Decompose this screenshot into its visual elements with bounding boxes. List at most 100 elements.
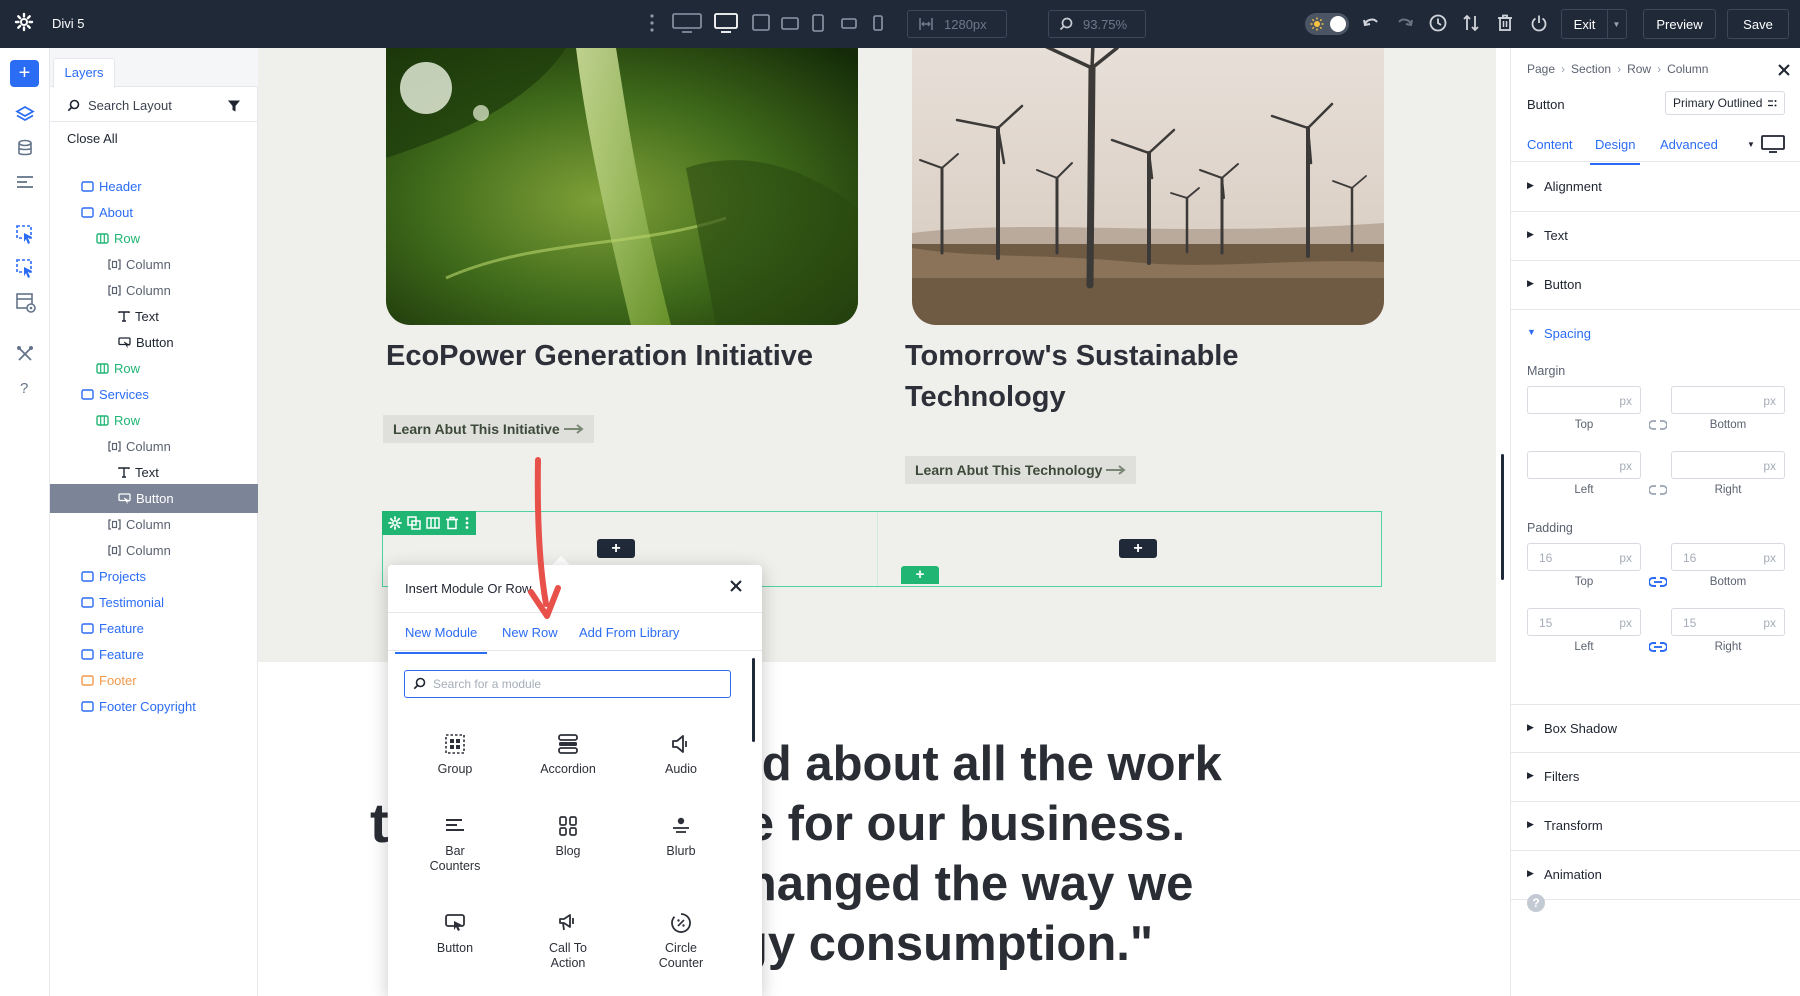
clear-layout-trash-icon[interactable] bbox=[1496, 13, 1514, 33]
database-icon[interactable] bbox=[15, 138, 35, 158]
modal-scrollbar[interactable] bbox=[752, 658, 755, 742]
device-tablet-icon[interactable] bbox=[811, 12, 825, 34]
help-icon[interactable]: ? bbox=[1527, 894, 1545, 912]
text-toggle[interactable]: ▶ Text bbox=[1511, 212, 1800, 261]
layer-item-text[interactable]: Text bbox=[50, 458, 258, 487]
margin-right-input[interactable]: px bbox=[1671, 451, 1785, 479]
unlink-icon[interactable] bbox=[1649, 419, 1667, 431]
responsive-monitor-icon[interactable] bbox=[1761, 134, 1785, 154]
link-icon[interactable] bbox=[1649, 641, 1667, 653]
settings-gear-icon[interactable] bbox=[14, 12, 34, 32]
module-audio[interactable]: Audio bbox=[626, 731, 736, 777]
click-mode-icon[interactable] bbox=[15, 224, 35, 246]
layers-icon[interactable] bbox=[15, 104, 35, 124]
layer-item-row[interactable]: Row bbox=[50, 354, 258, 383]
row-delete-trash-icon[interactable] bbox=[445, 516, 459, 530]
row-columns-icon[interactable] bbox=[426, 516, 440, 530]
layer-item-section[interactable]: Feature bbox=[50, 614, 258, 643]
layer-item-section[interactable]: Services bbox=[50, 380, 258, 409]
breadcrumb-section[interactable]: Section bbox=[1571, 62, 1611, 76]
card-title-sustainable[interactable]: Tomorrow's Sustainable Technology bbox=[905, 336, 1238, 418]
layer-item-row[interactable]: Row bbox=[50, 406, 258, 435]
module-bar-counters[interactable]: Bar Counters bbox=[400, 813, 510, 874]
alignment-toggle[interactable]: ▶ Alignment bbox=[1511, 163, 1800, 212]
wireframe-view-icon[interactable] bbox=[15, 292, 37, 314]
layer-item-section[interactable]: Feature bbox=[50, 640, 258, 669]
layer-item-section[interactable]: Testimonial bbox=[50, 588, 258, 617]
tab-caret-icon[interactable]: ▼ bbox=[1747, 140, 1755, 149]
exit-dropdown-caret-icon[interactable]: ▼ bbox=[1607, 9, 1627, 39]
close-all-link[interactable]: Close All bbox=[67, 131, 118, 146]
page-settings-icon[interactable] bbox=[15, 172, 35, 192]
canvas-scrollbar[interactable] bbox=[1501, 454, 1504, 580]
padding-top-input[interactable]: 16 px bbox=[1527, 543, 1641, 571]
tab-new-module[interactable]: New Module bbox=[394, 625, 488, 654]
tools-icon[interactable] bbox=[15, 344, 35, 364]
layer-item-column[interactable]: Column bbox=[50, 432, 258, 461]
add-row-plus-icon[interactable]: + bbox=[901, 566, 939, 584]
leaf-image[interactable] bbox=[386, 48, 858, 325]
row-more-icon[interactable] bbox=[464, 516, 470, 530]
unlink-icon[interactable] bbox=[1649, 484, 1667, 496]
theme-toggle[interactable] bbox=[1305, 13, 1349, 35]
portability-arrows-icon[interactable] bbox=[1462, 13, 1480, 33]
card-title-ecopower[interactable]: EcoPower Generation Initiative bbox=[386, 336, 813, 377]
device-tablet-landscape-icon[interactable] bbox=[781, 12, 799, 34]
module-search-input[interactable] bbox=[433, 674, 723, 694]
layer-item-column[interactable]: Column bbox=[50, 510, 258, 539]
module-button[interactable]: Button bbox=[400, 910, 510, 956]
device-desktop-icon[interactable] bbox=[714, 12, 738, 34]
layer-item-column[interactable]: Column bbox=[50, 250, 258, 279]
breadcrumb-row[interactable]: Row bbox=[1627, 62, 1651, 76]
device-wide-desktop-icon[interactable] bbox=[672, 12, 702, 34]
breadcrumb-page[interactable]: Page bbox=[1527, 62, 1555, 76]
padding-right-input[interactable]: 15 px bbox=[1671, 608, 1785, 636]
help-question-icon[interactable]: ? bbox=[15, 378, 35, 398]
module-blurb[interactable]: Blurb bbox=[626, 813, 736, 859]
layer-item-button[interactable]: Button bbox=[50, 328, 258, 357]
preset-select[interactable]: Primary Outlined bbox=[1665, 91, 1785, 115]
add-module-plus-icon[interactable]: + bbox=[1119, 539, 1157, 558]
link-icon[interactable] bbox=[1649, 576, 1667, 588]
padding-bottom-input[interactable]: 16 px bbox=[1671, 543, 1785, 571]
hover-mode-icon[interactable] bbox=[15, 258, 35, 280]
box-shadow-toggle[interactable]: ▶ Box Shadow bbox=[1511, 704, 1800, 753]
tab-new-row[interactable]: New Row bbox=[502, 625, 558, 640]
preview-button[interactable]: Preview bbox=[1643, 9, 1716, 39]
modal-close-icon[interactable] bbox=[729, 579, 743, 593]
layer-item-section[interactable]: Header bbox=[50, 172, 258, 201]
redo-icon[interactable] bbox=[1396, 13, 1414, 33]
tab-add-from-library[interactable]: Add From Library bbox=[579, 625, 679, 640]
layer-item-section[interactable]: Footer Copyright bbox=[50, 692, 258, 721]
history-clock-icon[interactable] bbox=[1428, 13, 1448, 33]
more-vertical-icon[interactable] bbox=[648, 12, 656, 34]
layer-item-column[interactable]: Column bbox=[50, 276, 258, 305]
padding-left-input[interactable]: 15 px bbox=[1527, 608, 1641, 636]
layer-item-footer[interactable]: Footer bbox=[50, 666, 258, 695]
spacing-toggle[interactable]: ▼ Spacing bbox=[1511, 310, 1800, 359]
exit-button[interactable]: Exit bbox=[1561, 9, 1608, 39]
breadcrumb-column[interactable]: Column bbox=[1667, 62, 1708, 76]
layer-item-button[interactable]: Button bbox=[50, 484, 258, 513]
margin-top-input[interactable]: px bbox=[1527, 386, 1641, 414]
layer-item-text[interactable]: Text bbox=[50, 302, 258, 331]
device-phone-icon[interactable] bbox=[872, 12, 884, 34]
layer-item-section[interactable]: About bbox=[50, 198, 258, 227]
module-accordion[interactable]: Accordion bbox=[513, 731, 623, 777]
transform-toggle[interactable]: ▶ Transform bbox=[1511, 802, 1800, 851]
layer-item-column[interactable]: Column bbox=[50, 536, 258, 565]
layers-search[interactable]: Search Layout bbox=[50, 88, 258, 122]
layer-item-section[interactable]: Projects bbox=[50, 562, 258, 591]
zoom-field[interactable]: 93.75% bbox=[1048, 10, 1146, 38]
module-search-field[interactable] bbox=[404, 670, 731, 698]
module-group[interactable]: Group bbox=[400, 731, 510, 777]
tab-advanced[interactable]: Advanced bbox=[1660, 137, 1718, 152]
learn-technology-button[interactable]: Learn Abut This Technology bbox=[905, 456, 1137, 484]
row-settings-gear-icon[interactable] bbox=[388, 516, 403, 530]
panel-close-icon[interactable] bbox=[1777, 63, 1791, 77]
module-circle-counter[interactable]: Circle Counter bbox=[626, 910, 736, 971]
button-toggle[interactable]: ▶ Button bbox=[1511, 261, 1800, 310]
device-laptop-icon[interactable] bbox=[751, 12, 771, 34]
row-duplicate-icon[interactable] bbox=[407, 516, 421, 530]
power-icon[interactable] bbox=[1530, 13, 1548, 33]
